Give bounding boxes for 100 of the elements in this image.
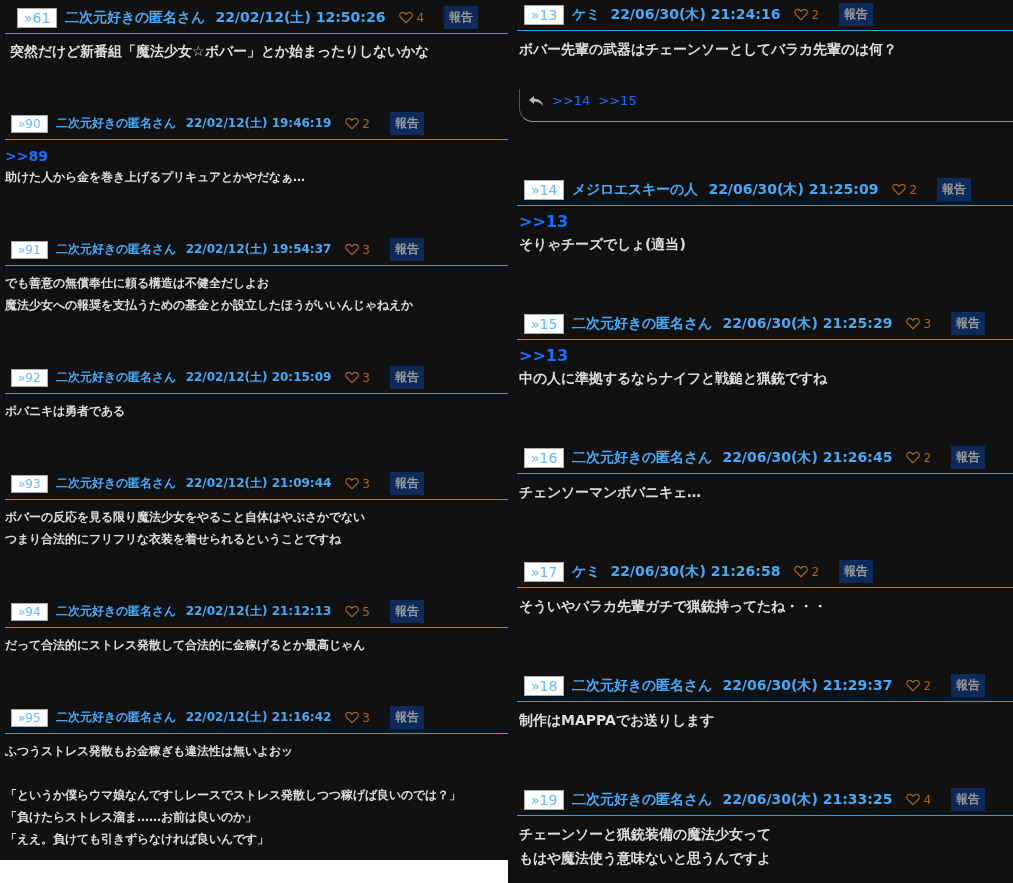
post-number-link[interactable]: »93 (11, 474, 48, 493)
post-text: ふつうストレス発散もお金稼ぎも違法性は無いよおッ (5, 743, 294, 760)
post-date: 22/02/12(土) 21:09:44 (185, 475, 332, 492)
poster-name: ケミ (572, 562, 601, 581)
report-button[interactable]: 報告 (390, 472, 424, 495)
post-number-link[interactable]: »61 (17, 7, 58, 28)
post-number-link[interactable]: »18 (524, 675, 565, 696)
heart-icon[interactable] (399, 11, 414, 24)
report-button[interactable]: 報告 (839, 560, 874, 583)
poster-name: 二次元好きの匿名さん (55, 369, 176, 386)
post-text: 制作はMAPPAでお送りします (519, 711, 715, 730)
heart-icon[interactable] (794, 8, 809, 21)
post-text: でも善意の無償奉仕に頼る構造は不健全だしよお (5, 275, 270, 292)
report-button[interactable]: 報告 (444, 6, 479, 29)
reply-link[interactable]: >>14 (552, 89, 591, 113)
post-number-link[interactable]: »95 (11, 708, 48, 727)
like-count: 5 (362, 604, 370, 619)
like-count: 3 (362, 710, 370, 725)
post-text: ボバーの反応を見る限り魔法少女をやること自体はやぶさかでない (5, 509, 366, 526)
heart-icon[interactable] (892, 183, 907, 196)
post-date: 22/06/30(木) 21:25:09 (708, 180, 879, 199)
post-date: 22/06/30(木) 21:33:25 (722, 790, 893, 809)
like-count: 4 (416, 10, 425, 25)
report-button[interactable]: 報告 (951, 674, 986, 697)
heart-icon[interactable] (906, 317, 921, 330)
post-number-link[interactable]: »16 (524, 447, 565, 468)
poster-name: 二次元好きの匿名さん (55, 709, 176, 726)
post-date: 22/06/30(木) 21:26:45 (722, 448, 893, 467)
post-text: だって合法的にストレス発散して合法的に金稼げるとか最高じゃん (5, 637, 366, 654)
report-button[interactable]: 報告 (390, 112, 424, 135)
heart-icon[interactable] (906, 451, 921, 464)
heart-icon[interactable] (345, 711, 360, 724)
post-text: 「負けたらストレス溜ま……お前は良いのか」 (5, 809, 258, 826)
poster-name: 二次元好きの匿名さん (572, 790, 713, 809)
like-count: 4 (923, 792, 932, 807)
heart-icon[interactable] (345, 371, 360, 384)
heart-icon[interactable] (906, 679, 921, 692)
post-text: ボバニキは勇者である (5, 403, 126, 420)
heart-icon[interactable] (906, 793, 921, 806)
reply-anchor-link[interactable]: >>13 (519, 346, 1013, 366)
like-count: 3 (362, 242, 370, 257)
post-number-link[interactable]: »17 (524, 561, 565, 582)
post-text: チェーンソーと猟銃装備の魔法少女って (519, 825, 772, 844)
reply-link[interactable]: >>15 (598, 89, 637, 113)
report-button[interactable]: 報告 (390, 366, 424, 389)
post-number-link[interactable]: »94 (11, 602, 48, 621)
like-count: 3 (362, 476, 370, 491)
heart-icon[interactable] (345, 605, 360, 618)
reply-anchor-link[interactable]: >>13 (519, 212, 1013, 232)
post-date: 22/02/12(土) 20:15:09 (185, 369, 332, 386)
post-date: 22/06/30(木) 21:25:29 (722, 314, 893, 333)
heart-icon[interactable] (345, 117, 360, 130)
like-count: 2 (811, 7, 820, 22)
report-button[interactable]: 報告 (951, 312, 986, 335)
heart-icon[interactable] (345, 243, 360, 256)
post-text: ボバー先輩の武器はチェーンソーとしてバラカ先輩のは何？ (519, 40, 898, 59)
heart-icon[interactable] (794, 565, 809, 578)
post-text: そりゃチーズでしょ(適当) (519, 235, 687, 254)
post-text: もはや魔法使う意味ないと思うんですよ (519, 849, 772, 868)
post-text: そういやバラカ先輩ガチで猟銃持ってたね・・・ (519, 597, 828, 616)
report-button[interactable]: 報告 (390, 238, 424, 261)
poster-name: 二次元好きの匿名さん (55, 115, 176, 132)
like-count: 2 (923, 450, 932, 465)
report-button[interactable]: 報告 (951, 446, 986, 469)
post-date: 22/02/12(土) 21:12:13 (185, 603, 332, 620)
post-number-link[interactable]: »91 (11, 240, 48, 259)
poster-name: 二次元好きの匿名さん (65, 8, 206, 27)
report-button[interactable]: 報告 (390, 706, 424, 729)
post-text: つまり合法的にフリフリな衣装を着せられるということですね (5, 531, 342, 548)
report-button[interactable]: 報告 (937, 178, 972, 201)
post-date: 22/02/12(土) 21:16:42 (185, 709, 332, 726)
post-text: 「というか僕らウマ娘なんですしレースでストレス発散しつつ稼げば良いのでは？」 (5, 787, 462, 804)
like-count: 2 (811, 564, 820, 579)
reply-anchor-link[interactable]: >>89 (5, 146, 508, 166)
like-count: 3 (362, 370, 370, 385)
poster-name: 二次元好きの匿名さん (572, 676, 713, 695)
post-number-link[interactable]: »19 (524, 789, 565, 810)
report-button[interactable]: 報告 (839, 3, 874, 26)
post-text: 「ええ。負けても引きずらなければ良いんです」 (5, 831, 270, 848)
heart-icon[interactable] (345, 477, 360, 490)
post-number-link[interactable]: »15 (524, 313, 565, 334)
post-date: 22/02/12(土) 19:46:19 (185, 115, 332, 132)
post-date: 22/06/30(木) 21:26:58 (610, 562, 781, 581)
like-count: 3 (923, 316, 932, 331)
post-date: 22/02/12(土) 12:50:26 (215, 8, 386, 27)
post-number-link[interactable]: »13 (524, 4, 565, 25)
like-count: 2 (362, 116, 370, 131)
poster-name: 二次元好きの匿名さん (572, 448, 713, 467)
post-text: 中の人に準拠するならナイフと戦鎚と猟銃ですね (519, 369, 828, 388)
post-text: 魔法少女への報奨を支払うための基金とか設立したほうがいいんじゃねえか (5, 297, 414, 314)
post-number-link[interactable]: »92 (11, 368, 48, 387)
post-text: 突然だけど新番組「魔法少女☆ボバー」とか始まったりしないかな (10, 42, 430, 61)
report-button[interactable]: 報告 (951, 788, 986, 811)
report-button[interactable]: 報告 (390, 600, 424, 623)
poster-name: 二次元好きの匿名さん (55, 241, 176, 258)
post-number-link[interactable]: »90 (11, 114, 48, 133)
reply-icon (528, 95, 544, 107)
like-count: 2 (923, 678, 932, 693)
like-count: 2 (909, 182, 918, 197)
poster-name: ケミ (572, 5, 601, 24)
